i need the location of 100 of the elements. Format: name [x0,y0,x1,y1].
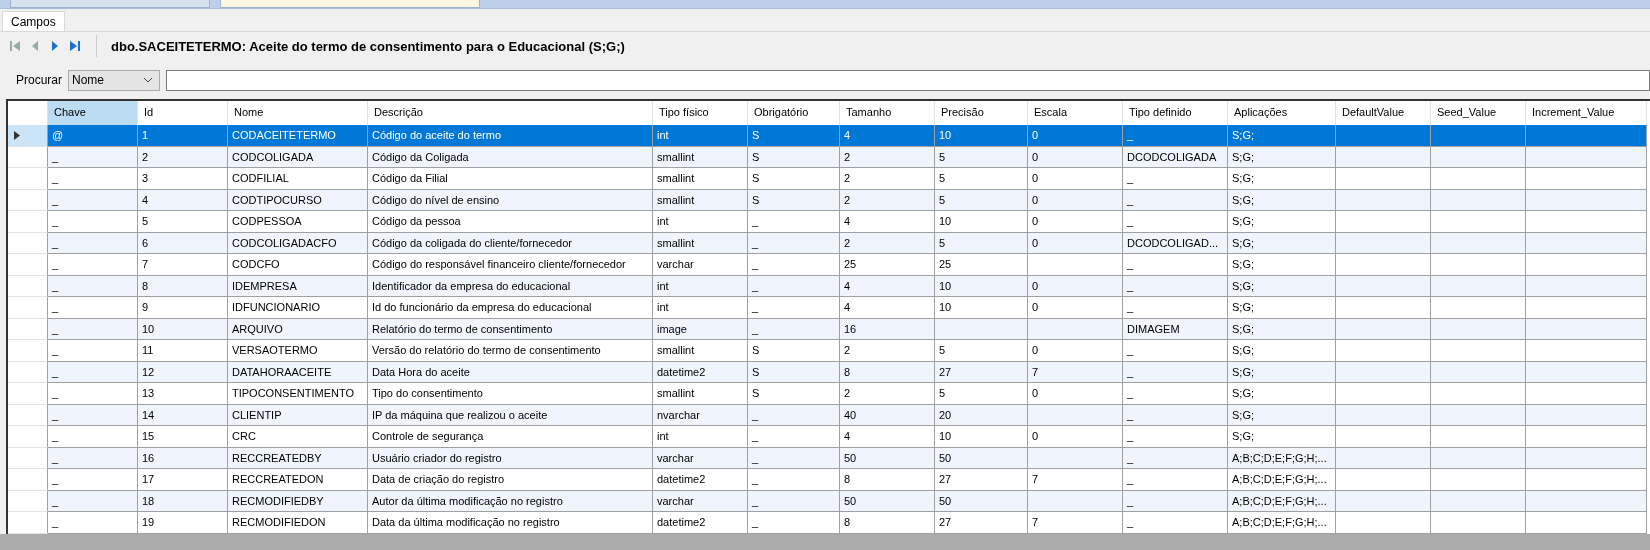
table-cell: 7 [1028,361,1123,383]
table-cell: _ [48,490,138,512]
table-cell: S;G; [1228,318,1336,340]
table-cell: A;B;C;D;E;F;G;H;... [1228,512,1336,534]
table-cell: S;G; [1228,168,1336,190]
row-header[interactable] [8,125,48,147]
document-tab[interactable] [10,0,210,8]
table-cell: _ [48,297,138,319]
table-cell: S;G; [1228,297,1336,319]
table-cell: 14 [138,404,228,426]
table-cell: 10 [935,125,1028,147]
table-cell: Usuário criador do registro [368,447,653,469]
table-cell: 17 [138,469,228,491]
column-header[interactable]: Chave [48,101,138,125]
table-cell: DCODCOLIGADA [1123,146,1228,168]
table-cell: S;G; [1228,189,1336,211]
table-cell: _ [748,297,840,319]
table-cell: Relatório do termo de consentimento [368,318,653,340]
table-cell: 0 [1028,125,1123,147]
table-cell: _ [48,189,138,211]
table-cell: Código da coligada do cliente/fornecedor [368,232,653,254]
table-cell: CODACEITETERMO [228,125,368,147]
table-cell: _ [48,340,138,362]
table-cell: Código do responsável financeiro cliente/fornecedor [368,254,653,276]
table-cell: _ [748,490,840,512]
table-cell: 10 [935,211,1028,233]
table-cell: _ [1123,168,1228,190]
table-cell: 2 [840,232,935,254]
table-cell: 40 [840,404,935,426]
table-cell: 1 [138,125,228,147]
table-cell: 2 [840,340,935,362]
table-cell: A;B;C;D;E;F;G;H;... [1228,469,1336,491]
table-cell: 4 [840,426,935,448]
table-cell: S [748,361,840,383]
table-cell: varchar [653,490,748,512]
table-cell: 4 [840,275,935,297]
table-cell: varchar [653,447,748,469]
table-cell: 27 [935,361,1028,383]
table-cell: Código da pessoa [368,211,653,233]
table-cell: CRC [228,426,368,448]
tab[interactable]: Campos [2,11,65,31]
table-cell: 16 [138,447,228,469]
table-cell: 7 [1028,469,1123,491]
table-cell: _ [48,254,138,276]
table-cell: 4 [840,297,935,319]
table-cell: _ [48,447,138,469]
table-title: dbo.SACEITETERMO: Aceite do termo de consentimento para o Educacional (S;G;) [111,38,625,54]
table-cell: 18 [138,490,228,512]
table-cell: 7 [138,254,228,276]
table-cell: _ [48,512,138,534]
table-cell: 7 [1028,512,1123,534]
field-dropdown[interactable]: Nome [68,69,160,91]
table-cell: DATAHORAACEITE [228,361,368,383]
table-cell: _ [1123,361,1228,383]
table-cell: CLIENTIP [228,404,368,426]
table-cell: 0 [1028,340,1123,362]
table-cell: _ [748,254,840,276]
table-cell: RECCREATEDBY [228,447,368,469]
table-cell: _ [1123,297,1228,319]
table-cell: 0 [1028,189,1123,211]
table-cell: 2 [840,146,935,168]
table-cell: 8 [840,512,935,534]
table-cell: image [653,318,748,340]
table-cell: 10 [935,297,1028,319]
table-cell: _ [1123,254,1228,276]
table-cell: Tipo do consentimento [368,383,653,405]
table-cell: S;G; [1228,275,1336,297]
table-cell: RECMODIFIEDBY [228,490,368,512]
table-cell: VERSAOTERMO [228,340,368,362]
table-cell: datetime2 [653,361,748,383]
last-icon[interactable] [68,39,82,53]
table-cell: Data da última modificação no registro [368,512,653,534]
table-cell: IDEMPRESA [228,275,368,297]
table-cell: S [748,125,840,147]
table-cell: 2 [840,168,935,190]
table-cell: 12 [138,361,228,383]
table-cell: 5 [935,146,1028,168]
table-cell: 50 [935,490,1028,512]
table-cell: 15 [138,426,228,448]
table-cell: int [653,275,748,297]
table-cell: S;G; [1228,125,1336,147]
table-cell: DCODCOLIGAD... [1123,232,1228,254]
table-cell: Controle de segurança [368,426,653,448]
table-cell: 0 [1028,426,1123,448]
document-tab[interactable] [220,0,480,8]
table-cell: 0 [1028,297,1123,319]
table-cell: _ [1123,426,1228,448]
table-cell: CODCFO [228,254,368,276]
table-cell: 8 [840,361,935,383]
table-cell: _ [1123,404,1228,426]
table-cell: _ [48,146,138,168]
search-field[interactable] [166,69,1650,91]
table-cell: Código do aceite do termo [368,125,653,147]
table-cell: 27 [935,469,1028,491]
table-cell: _ [1123,189,1228,211]
table-cell: 5 [935,189,1028,211]
table-cell: S;G; [1228,254,1336,276]
first-icon[interactable] [8,39,22,53]
table-cell: S [748,189,840,211]
table-cell: _ [48,469,138,491]
